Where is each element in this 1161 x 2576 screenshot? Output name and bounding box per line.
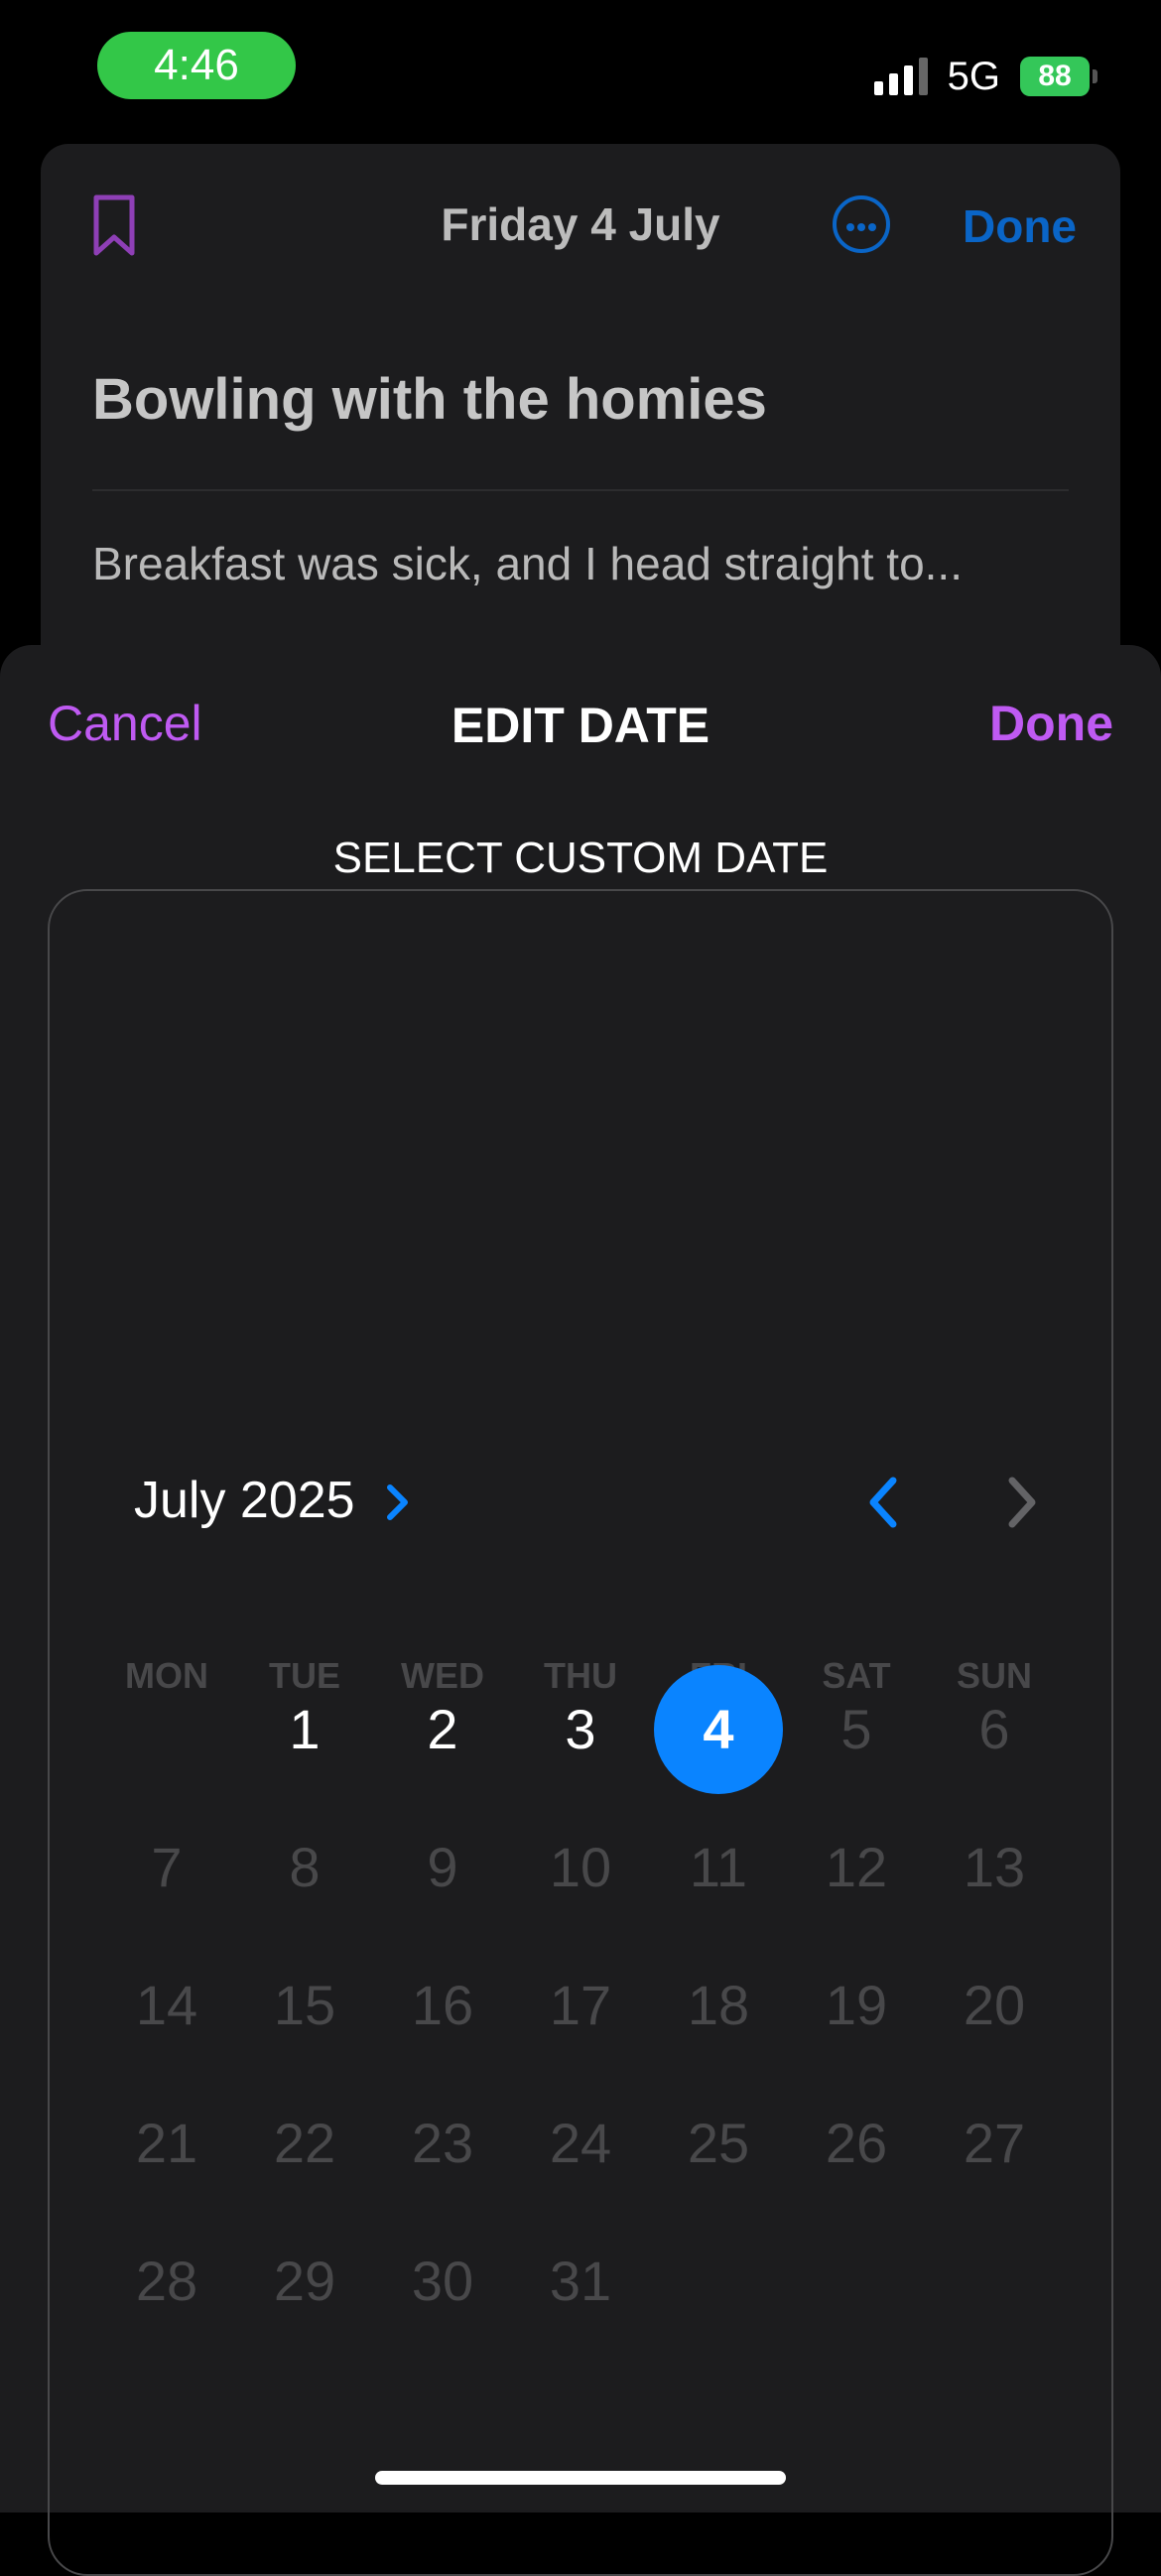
calendar-day: 17 <box>549 1974 612 2036</box>
calendar-day[interactable]: 2 <box>378 1665 507 1794</box>
calendar-day: 30 <box>411 2250 474 2312</box>
note-card: Friday 4 July Done Bowling with the homi… <box>41 144 1120 700</box>
calendar-container: July 2025 MONTUEWEDTHUFRISATSUN 12345678… <box>48 889 1113 2576</box>
calendar-day: 28 <box>135 2250 198 2312</box>
network-type: 5G <box>947 54 1000 98</box>
calendar-day: 7 <box>151 1836 183 1898</box>
calendar-day: 15 <box>273 1974 336 2036</box>
battery-level: 88 <box>1038 60 1072 92</box>
weekday-label: MON <box>125 1655 208 1696</box>
sheet-title: EDIT DATE <box>451 698 710 753</box>
signal-icon <box>873 58 928 95</box>
previous-month-button[interactable] <box>863 1475 903 1535</box>
calendar-day: 29 <box>273 2250 336 2312</box>
calendar-day: 11 <box>689 1836 748 1898</box>
month-year-button[interactable]: July 2025 <box>134 1471 355 1530</box>
calendar-day: 9 <box>427 1836 458 1898</box>
section-label: SELECT CUSTOM DATE <box>332 834 829 882</box>
done-button[interactable]: Done <box>989 695 1113 752</box>
note-date: Friday 4 July <box>441 198 720 250</box>
calendar-day: 14 <box>135 1974 198 2036</box>
note-title: Bowling with the homies <box>92 367 767 432</box>
calendar-day: 20 <box>963 1974 1026 2036</box>
calendar-day: 19 <box>825 1974 888 2036</box>
calendar-day: 6 <box>978 1698 1010 1760</box>
edit-date-sheet: Cancel EDIT DATE Done SELECT CUSTOM DATE… <box>0 645 1161 2576</box>
next-month-button[interactable] <box>1002 1475 1042 1535</box>
ellipsis-circle-icon[interactable] <box>833 195 890 253</box>
calendar-day: 23 <box>411 2112 474 2174</box>
calendar-day: 18 <box>687 1974 750 2036</box>
calendar-day: 12 <box>825 1836 888 1898</box>
calendar-day: 27 <box>963 2112 1026 2174</box>
calendar-day: 31 <box>549 2250 612 2312</box>
selected-day[interactable]: 4 <box>654 1665 783 1794</box>
calendar-day: 21 <box>135 2112 198 2174</box>
calendar-day: 13 <box>963 1836 1026 1898</box>
calendar-day: 24 <box>549 2112 612 2174</box>
calendar-day: 25 <box>687 2112 750 2174</box>
calendar-day: 10 <box>549 1836 612 1898</box>
calendar-day: 8 <box>289 1836 321 1898</box>
calendar-day[interactable]: 1 <box>240 1665 369 1794</box>
chevron-right-icon[interactable] <box>385 1482 411 1527</box>
note-done-button[interactable]: Done <box>963 199 1077 253</box>
time-pill: 4:46 <box>97 32 296 99</box>
calendar-day: 26 <box>825 2112 888 2174</box>
calendar-day: 16 <box>411 1974 474 2036</box>
home-indicator <box>375 2471 786 2485</box>
calendar-day: 5 <box>840 1698 872 1760</box>
calendar-day: 22 <box>273 2112 336 2174</box>
divider <box>92 489 1069 491</box>
calendar-day[interactable]: 3 <box>516 1665 645 1794</box>
battery-icon: 88 <box>1020 57 1097 96</box>
note-snippet: Breakfast was sick, and I head straight … <box>92 538 963 589</box>
status-indicators: 5G 88 <box>873 48 1097 105</box>
